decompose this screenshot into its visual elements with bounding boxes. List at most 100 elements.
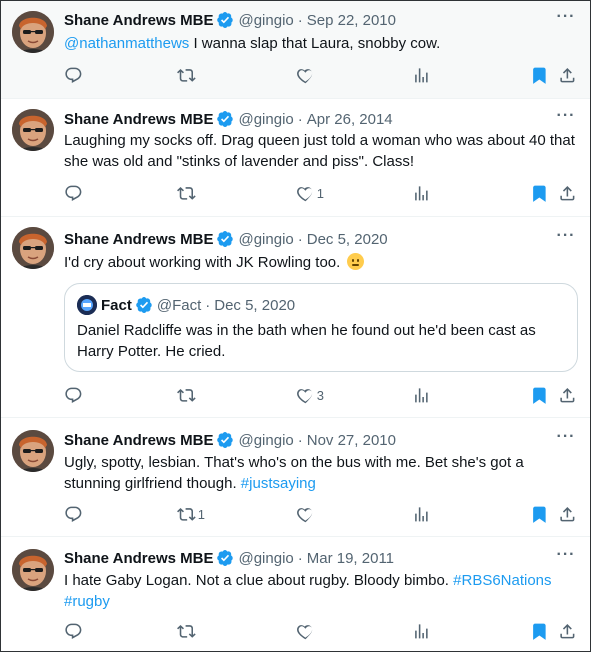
retweet-button[interactable] xyxy=(177,65,198,85)
verified-badge-icon xyxy=(216,230,234,248)
bookmark-icon xyxy=(530,66,549,85)
like-button[interactable] xyxy=(296,504,317,524)
author-name[interactable]: Shane Andrews MBE xyxy=(64,550,213,567)
verified-badge-icon xyxy=(216,431,234,449)
more-icon[interactable]: ··· xyxy=(556,429,576,450)
views-icon xyxy=(412,66,431,85)
hashtag-link[interactable]: #rugby xyxy=(64,593,110,610)
quoted-tweet-text: Daniel Radcliffe was in the bath when he… xyxy=(77,322,536,360)
like-button[interactable] xyxy=(296,65,317,85)
hashtag-link[interactable]: #RBS6Nations xyxy=(453,572,551,589)
bookmark-icon xyxy=(530,184,549,203)
mention-link[interactable]: @nathanmatthews xyxy=(64,35,189,52)
retweet-button[interactable] xyxy=(177,183,198,203)
tweet[interactable]: Shane Andrews MBE @gingio · Nov 27, 2010… xyxy=(1,418,590,537)
tweet[interactable]: Shane Andrews MBE @gingio · Mar 19, 2011… xyxy=(1,537,590,652)
tweet-date[interactable]: Mar 19, 2011 xyxy=(307,550,394,567)
author-handle[interactable]: @gingio xyxy=(238,432,293,449)
retweet-button[interactable] xyxy=(177,385,198,405)
bookmark-button[interactable] xyxy=(530,65,549,85)
quoted-tweet-header: Fact @Fact · Dec 5, 2020 xyxy=(77,295,295,315)
tweet-actions: 1 xyxy=(64,504,578,524)
bookmark-icon xyxy=(530,622,549,641)
tweet-date[interactable]: Apr 26, 2014 xyxy=(307,111,393,128)
reply-button[interactable] xyxy=(64,621,85,641)
like-button[interactable] xyxy=(296,621,317,641)
author-handle[interactable]: @gingio xyxy=(238,231,293,248)
share-button[interactable] xyxy=(558,504,577,524)
tweet-text: @nathanmatthews I wanna slap that Laura,… xyxy=(64,33,576,54)
retweet-button[interactable]: 1 xyxy=(177,504,205,524)
bookmark-button[interactable] xyxy=(530,621,549,641)
avatar[interactable] xyxy=(12,227,54,269)
views-button[interactable] xyxy=(412,183,431,203)
author-name[interactable]: Shane Andrews MBE xyxy=(64,432,213,449)
author-name[interactable]: Shane Andrews MBE xyxy=(64,111,213,128)
retweet-button[interactable] xyxy=(177,621,198,641)
tweet[interactable]: Shane Andrews MBE @gingio · Dec 5, 2020 … xyxy=(1,217,590,418)
avatar[interactable] xyxy=(12,430,54,472)
bookmark-button[interactable] xyxy=(530,504,549,524)
share-button[interactable] xyxy=(558,183,577,203)
tweet-date[interactable]: Dec 5, 2020 xyxy=(307,231,388,248)
share-icon xyxy=(558,66,577,85)
tweet-text: I'd cry about working with JK Rowling to… xyxy=(64,252,576,273)
views-button[interactable] xyxy=(412,621,431,641)
tweet-text-body: I'd cry about working with JK Rowling to… xyxy=(64,254,345,271)
verified-badge-icon xyxy=(216,549,234,567)
share-button[interactable] xyxy=(558,385,577,405)
views-button[interactable] xyxy=(412,504,431,524)
tweet-text: Ugly, spotty, lesbian. That's who's on t… xyxy=(64,452,576,494)
retweet-count: 1 xyxy=(197,506,205,522)
tweet-header: Shane Andrews MBE @gingio · Apr 26, 2014… xyxy=(64,108,576,129)
author-handle[interactable]: @gingio xyxy=(238,111,293,128)
tweet[interactable]: Shane Andrews MBE @gingio · Sep 22, 2010… xyxy=(1,1,590,99)
like-button[interactable]: 3 xyxy=(296,385,324,405)
tweet-date[interactable]: Nov 27, 2010 xyxy=(307,432,396,449)
quoted-avatar xyxy=(77,295,97,315)
avatar[interactable] xyxy=(12,11,54,53)
like-button[interactable]: 1 xyxy=(296,183,324,203)
author-handle[interactable]: @gingio xyxy=(238,12,293,29)
reply-button[interactable] xyxy=(64,65,85,85)
views-icon xyxy=(412,184,431,203)
reply-button[interactable] xyxy=(64,385,85,405)
more-icon[interactable]: ··· xyxy=(556,547,576,568)
separator-dot: · xyxy=(297,110,303,128)
views-button[interactable] xyxy=(412,65,431,85)
quoted-tweet[interactable]: Fact @Fact · Dec 5, 2020 Daniel Radcliff… xyxy=(64,283,578,372)
tweet-header: Shane Andrews MBE @gingio · Mar 19, 2011… xyxy=(64,547,576,568)
tweet[interactable]: Shane Andrews MBE @gingio · Apr 26, 2014… xyxy=(1,99,590,217)
verified-badge-icon xyxy=(216,110,234,128)
avatar[interactable] xyxy=(12,109,54,151)
tweet-text: Laughing my socks off. Drag queen just t… xyxy=(64,132,575,170)
more-icon[interactable]: ··· xyxy=(556,108,576,129)
tweet-list: Shane Andrews MBE @gingio · Sep 22, 2010… xyxy=(0,0,591,652)
quoted-author-name: Fact xyxy=(101,296,132,314)
share-button[interactable] xyxy=(558,621,577,641)
views-button[interactable] xyxy=(412,385,431,405)
author-name[interactable]: Shane Andrews MBE xyxy=(64,12,213,29)
reply-button[interactable] xyxy=(64,504,85,524)
tweet-date[interactable]: Sep 22, 2010 xyxy=(307,12,396,29)
more-icon[interactable]: ··· xyxy=(556,9,576,30)
avatar[interactable] xyxy=(12,549,54,591)
author-name[interactable]: Shane Andrews MBE xyxy=(64,231,213,248)
reply-button[interactable] xyxy=(64,183,85,203)
bookmark-button[interactable] xyxy=(530,385,549,405)
share-button[interactable] xyxy=(558,65,577,85)
author-handle[interactable]: @gingio xyxy=(238,550,293,567)
more-icon[interactable]: ··· xyxy=(556,228,576,249)
bookmark-button[interactable] xyxy=(530,183,549,203)
hashtag-link[interactable]: #justsaying xyxy=(241,475,316,492)
reply-icon xyxy=(64,184,83,203)
tweet-text-body: I wanna slap that Laura, snobby cow. xyxy=(189,35,441,52)
like-count: 1 xyxy=(316,185,324,201)
retweet-icon xyxy=(177,622,196,641)
tweet-actions xyxy=(64,621,578,641)
retweet-icon xyxy=(177,386,196,405)
like-count: 3 xyxy=(316,387,324,403)
separator-dot: · xyxy=(297,431,303,449)
share-icon xyxy=(558,184,577,203)
tweet-header: Shane Andrews MBE @gingio · Dec 5, 2020 … xyxy=(64,228,576,249)
